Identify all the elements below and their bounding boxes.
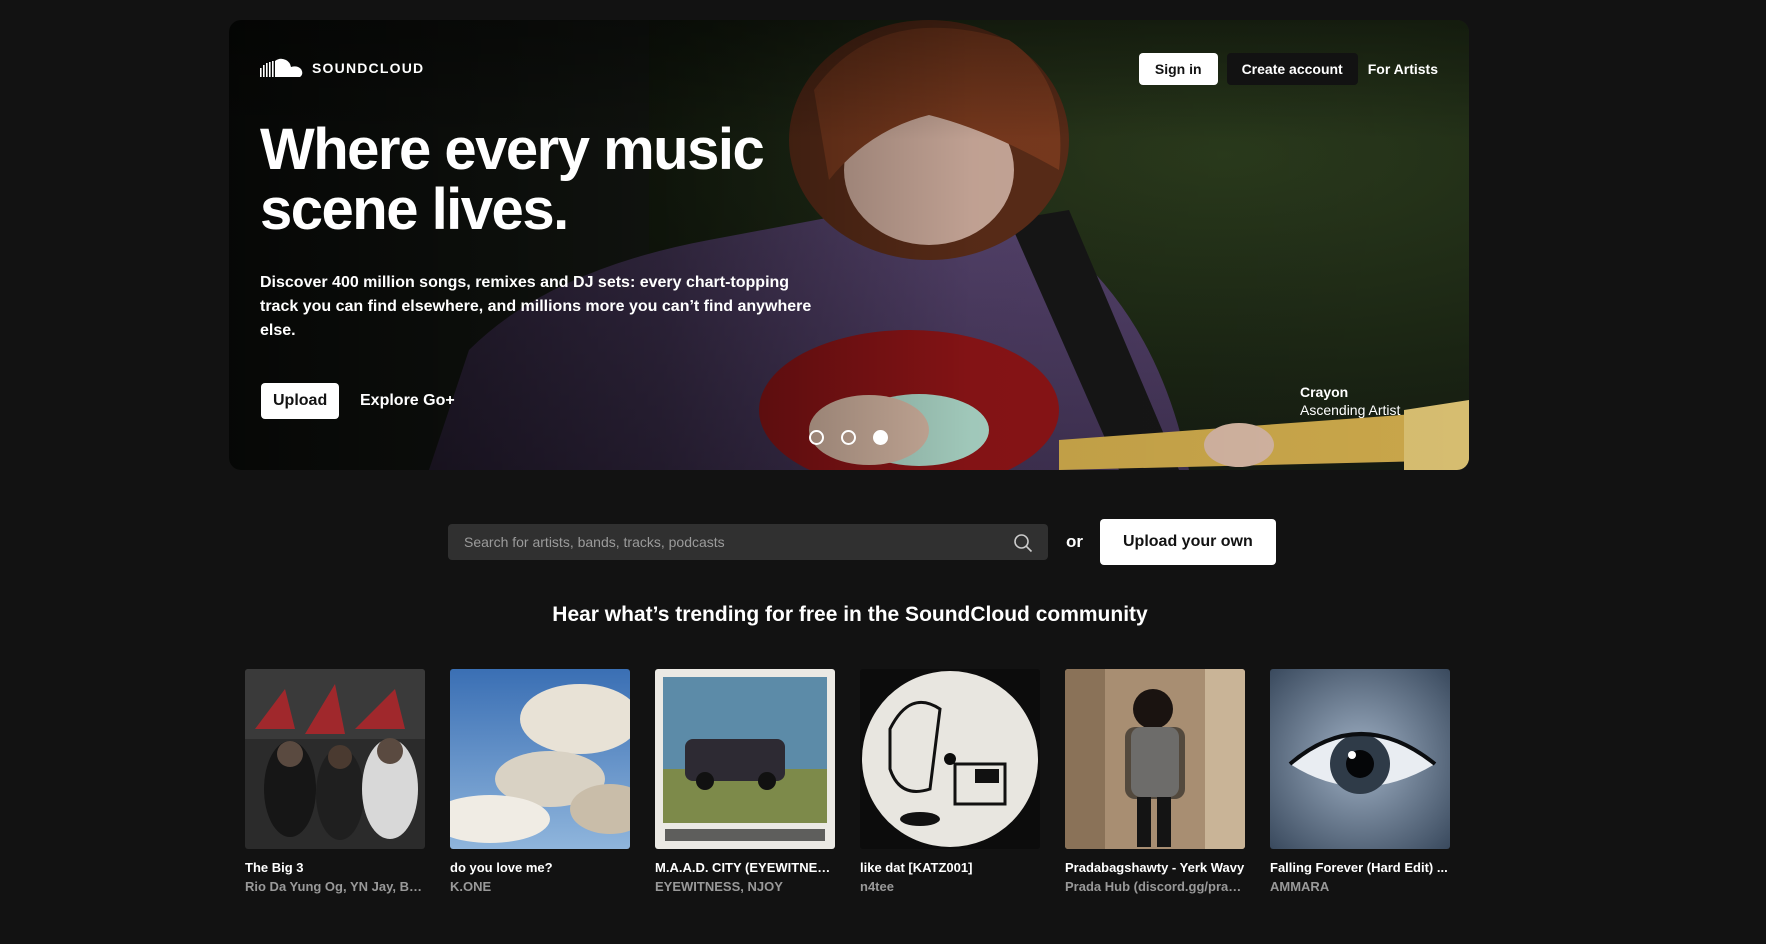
create-account-button[interactable]: Create account <box>1226 53 1358 85</box>
upload-your-own-button[interactable]: Upload your own <box>1100 519 1276 565</box>
sign-in-button[interactable]: Sign in <box>1138 53 1218 85</box>
track-artist[interactable]: Prada Hub (discord.gg/prada) <box>1065 877 1245 897</box>
track-title[interactable]: Pradabagshawty - Yerk Wavy <box>1065 859 1245 877</box>
album-art-image <box>1065 669 1245 849</box>
trending-track-list: The Big 3 Rio Da Yung Og, YN Jay, Babyfa… <box>245 669 1450 897</box>
hero-subtitle: Discover 400 million songs, remixes and … <box>260 274 812 339</box>
track-card[interactable]: Pradabagshawty - Yerk Wavy Prada Hub (di… <box>1065 669 1245 897</box>
album-art-image <box>655 669 835 849</box>
soundcloud-cloud-icon <box>260 58 303 77</box>
artist-credit: Crayon Ascending Artist <box>1300 383 1400 419</box>
track-title[interactable]: like dat [KATZ001] <box>860 859 1040 877</box>
track-artist[interactable]: K.ONE <box>450 877 630 897</box>
track-card[interactable]: The Big 3 Rio Da Yung Og, YN Jay, Babyfa… <box>245 669 425 897</box>
search-icon[interactable] <box>1013 533 1033 553</box>
carousel-dot-2[interactable] <box>841 430 856 445</box>
upload-button[interactable]: Upload <box>261 383 340 419</box>
or-label: or <box>1066 532 1083 551</box>
brand-name: SOUNDCLOUD <box>312 60 425 76</box>
artist-credit-name[interactable]: Crayon <box>1300 383 1400 401</box>
soundcloud-logo[interactable]: SOUNDCLOUD <box>260 57 424 79</box>
album-art-image <box>1270 669 1450 849</box>
search-input[interactable] <box>448 534 1048 550</box>
trending-heading: Hear what’s trending for free in the Sou… <box>552 603 1148 626</box>
track-cover[interactable] <box>1065 669 1245 849</box>
album-art-image <box>860 669 1040 849</box>
explore-go-plus-link[interactable]: Explore Go+ <box>360 383 455 419</box>
header-nav: Sign in Create account For Artists <box>1138 53 1438 85</box>
track-cover[interactable] <box>450 669 630 849</box>
track-artist[interactable]: n4tee <box>860 877 1040 897</box>
track-title[interactable]: Falling Forever (Hard Edit) ... <box>1270 859 1450 877</box>
track-card[interactable]: M.A.A.D. CITY (EYEWITNESS X NJOY REMIX) … <box>655 669 835 897</box>
track-cover[interactable] <box>245 669 425 849</box>
track-cover[interactable] <box>1270 669 1450 849</box>
search-row: or Upload your own <box>448 519 1276 565</box>
track-card[interactable]: do you love me? K.ONE <box>450 669 630 897</box>
carousel-dot-1[interactable] <box>809 430 824 445</box>
artist-credit-role: Ascending Artist <box>1300 402 1401 418</box>
album-art-image <box>450 669 630 849</box>
carousel-dot-3[interactable] <box>873 430 888 445</box>
track-cover[interactable] <box>655 669 835 849</box>
track-artist[interactable]: Rio Da Yung Og, YN Jay, Babyface E <box>245 877 425 897</box>
hero-banner: SOUNDCLOUD Sign in Create account For Ar… <box>229 20 1469 470</box>
search-box <box>448 524 1048 560</box>
track-title[interactable]: The Big 3 <box>245 859 425 877</box>
for-artists-link[interactable]: For Artists <box>1367 61 1438 77</box>
track-artist[interactable]: EYEWITNESS, NJOY <box>655 877 835 897</box>
track-card[interactable]: Falling Forever (Hard Edit) ... AMMARA <box>1270 669 1450 897</box>
track-cover[interactable] <box>860 669 1040 849</box>
track-card[interactable]: like dat [KATZ001] n4tee <box>860 669 1040 897</box>
page: SOUNDCLOUD Sign in Create account For Ar… <box>0 0 1766 944</box>
track-title[interactable]: do you love me? <box>450 859 630 877</box>
track-artist[interactable]: AMMARA <box>1270 877 1450 897</box>
track-title[interactable]: M.A.A.D. CITY (EYEWITNESS X NJOY REMIX) <box>655 859 835 877</box>
hero-title: Where every music scene lives. <box>260 117 765 242</box>
carousel-dots <box>809 430 888 445</box>
album-art-image <box>245 669 425 849</box>
